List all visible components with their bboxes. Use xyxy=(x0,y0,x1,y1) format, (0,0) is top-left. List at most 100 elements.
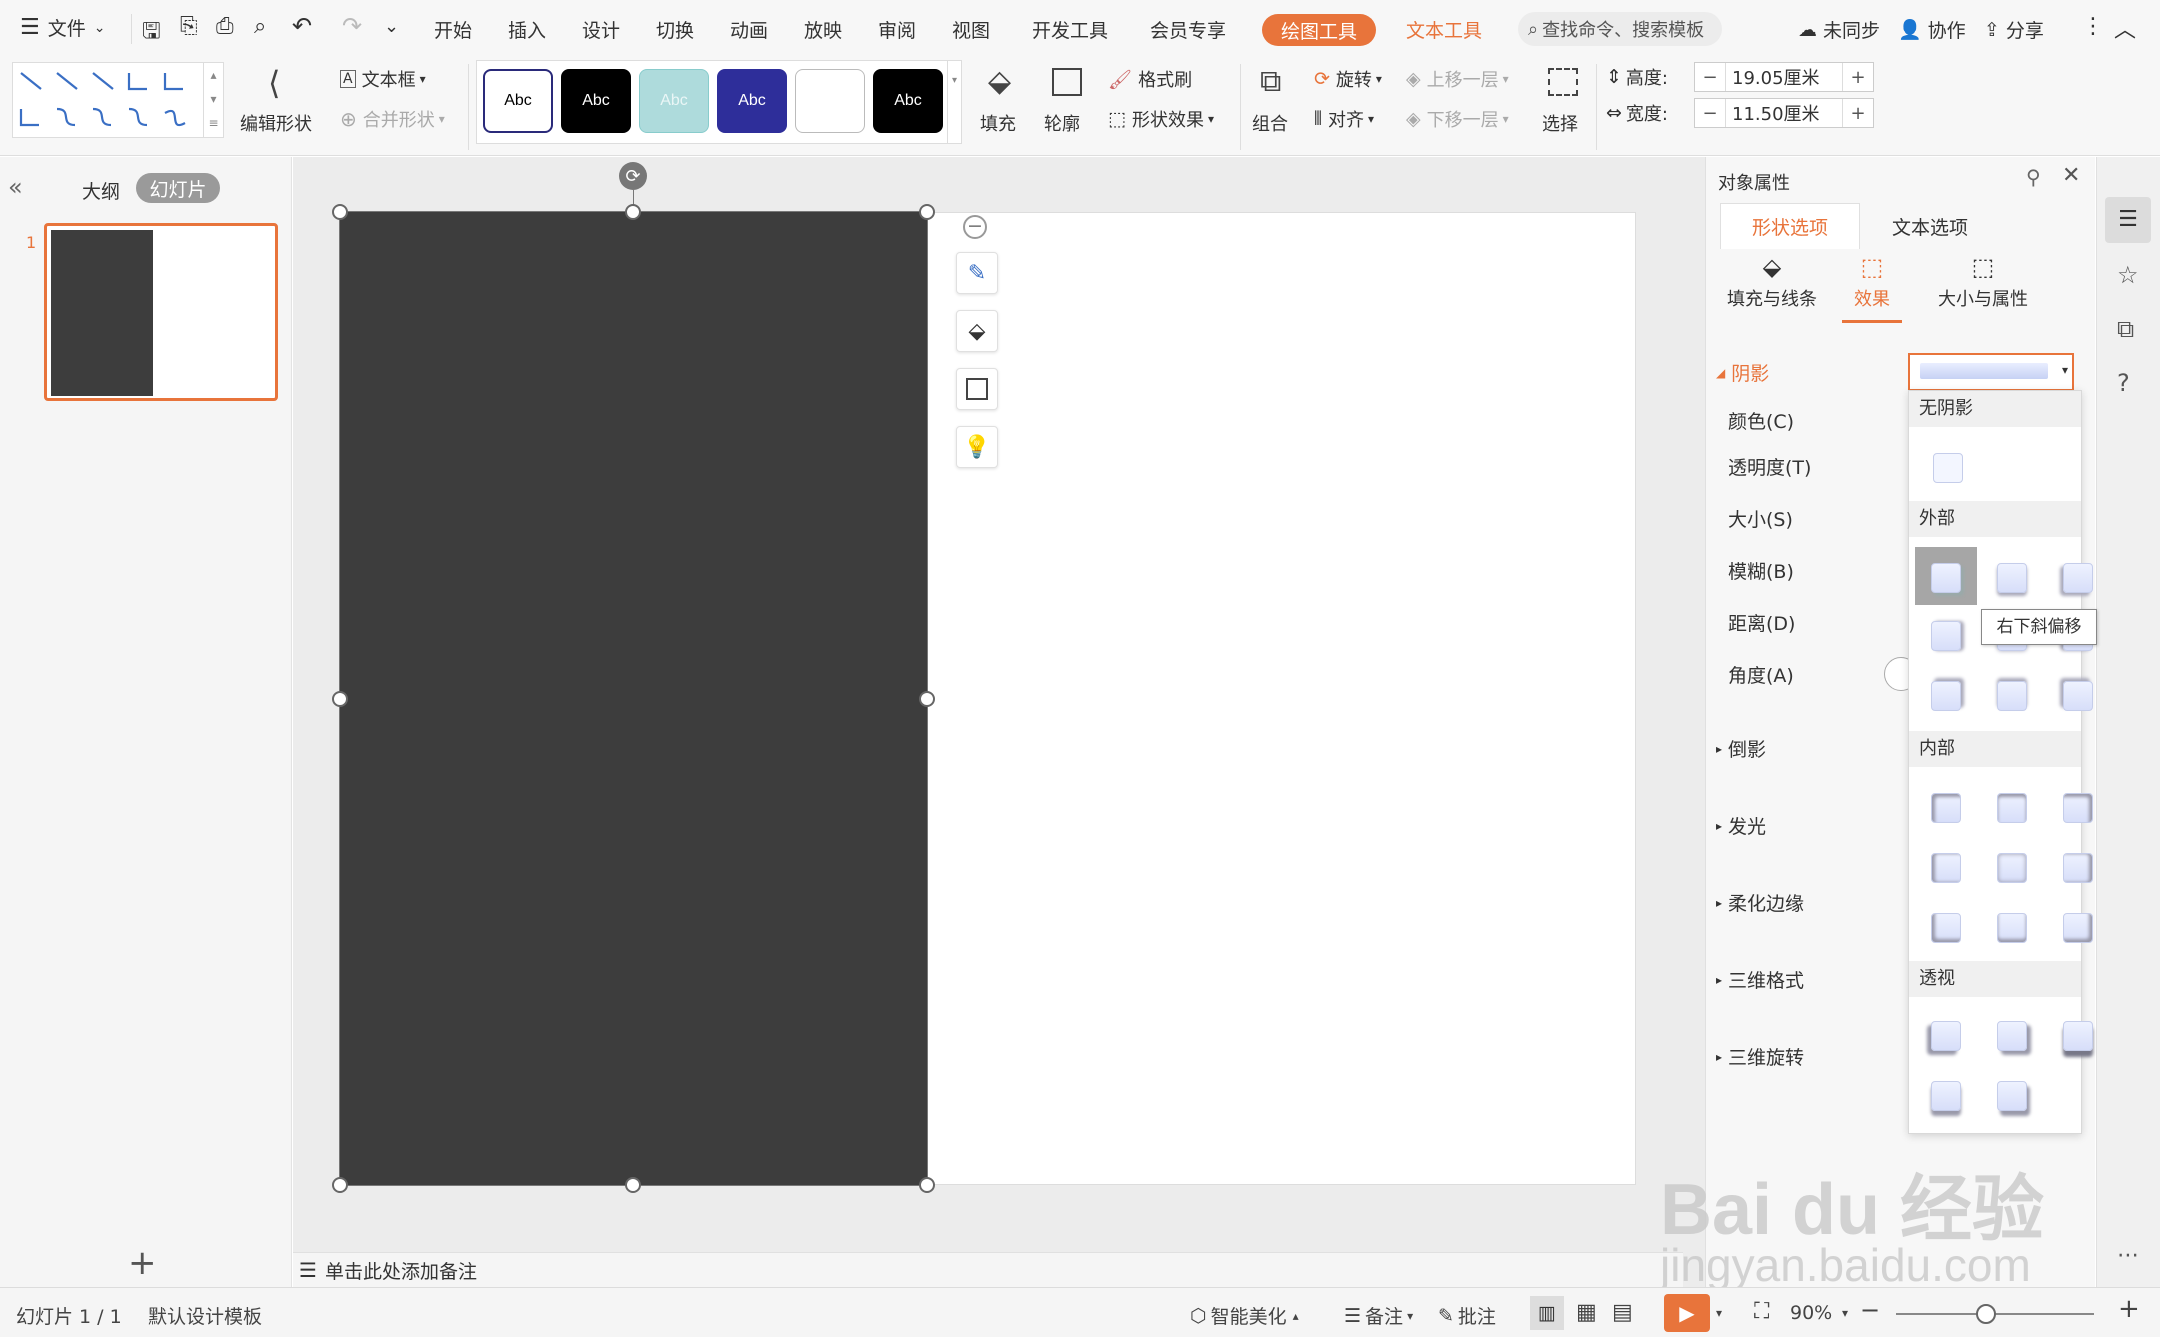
outline-button[interactable]: 轮廓 xyxy=(1042,64,1096,144)
height-increment[interactable]: + xyxy=(1843,67,1873,88)
tab-developer[interactable]: 开发工具 xyxy=(1032,16,1108,43)
slide-switch-icon[interactable]: ⧉ xyxy=(2117,315,2134,343)
perspective-shadow-option[interactable] xyxy=(1931,1021,1961,1051)
fit-window-icon[interactable]: ⛶ xyxy=(1754,1299,1769,1324)
save-icon[interactable]: 🖫 xyxy=(142,14,161,52)
resize-handle[interactable] xyxy=(625,204,641,220)
reflection-section[interactable]: ▸ 倒影 xyxy=(1716,735,1766,762)
search-box[interactable]: ⌕ 查找命令、搜索模板 xyxy=(1518,12,1722,46)
width-stepper[interactable]: −11.50厘米 + xyxy=(1694,98,1874,128)
rotate-handle[interactable]: ⟳ xyxy=(619,162,647,190)
add-slide-icon[interactable]: + xyxy=(128,1243,157,1283)
zoom-level[interactable]: 90% xyxy=(1790,1302,1832,1324)
collapse-ribbon-icon[interactable]: ︿ xyxy=(2114,12,2136,44)
undo-icon[interactable]: ↶ xyxy=(292,12,312,40)
shape-effect-button[interactable]: ⬚ 形状效果 ▾ xyxy=(1108,106,1214,132)
resize-handle[interactable] xyxy=(332,691,348,707)
resize-handle[interactable] xyxy=(332,204,348,220)
customize-icon[interactable]: ⌄ xyxy=(384,16,399,37)
collab-button[interactable]: 👤 协作 xyxy=(1898,16,1966,43)
tab-animation[interactable]: 动画 xyxy=(730,16,768,43)
redo-icon[interactable]: ↷ xyxy=(342,12,362,40)
share-button[interactable]: ⇪ 分享 xyxy=(1984,16,2044,43)
float-brush-button[interactable]: ✎ xyxy=(956,252,998,294)
notes-bar[interactable]: ☰ 单击此处添加备注 xyxy=(293,1252,1683,1287)
perspective-shadow-option[interactable] xyxy=(1997,1021,2027,1051)
close-icon[interactable]: ✕ xyxy=(2062,163,2080,188)
width-decrement[interactable]: − xyxy=(1695,103,1725,124)
inner-shadow-option[interactable] xyxy=(2063,793,2093,823)
zoom-in-icon[interactable]: + xyxy=(2118,1294,2140,1324)
tab-slideshow[interactable]: 放映 xyxy=(804,16,842,43)
resize-handle[interactable] xyxy=(332,1177,348,1193)
collapse-panel-icon[interactable]: « xyxy=(8,173,23,201)
tab-text-options[interactable]: 文本选项 xyxy=(1860,203,2000,249)
subtab-effect[interactable]: ⬚ 效果 xyxy=(1842,253,1902,323)
float-fill-button[interactable]: ⬙ xyxy=(956,310,998,352)
sync-status[interactable]: ☁ 未同步 xyxy=(1798,16,1880,43)
animation-icon[interactable]: ☆ xyxy=(2117,261,2139,289)
style-preset-3[interactable]: Abc xyxy=(639,69,709,133)
shape-gallery[interactable]: ▴ ▾ ≡ xyxy=(12,62,224,138)
outer-shadow-option[interactable] xyxy=(1997,563,2027,593)
float-idea-button[interactable]: 💡 xyxy=(956,426,998,468)
3d-rotation-section[interactable]: ▸ 三维旋转 xyxy=(1716,1043,1804,1070)
reading-view-icon[interactable]: ▤ xyxy=(1612,1300,1633,1325)
inner-shadow-option[interactable] xyxy=(1997,913,2027,943)
comment-toggle[interactable]: ✎ 批注 xyxy=(1438,1302,1496,1329)
float-outline-button[interactable] xyxy=(956,368,998,410)
rotate-button[interactable]: ⟳ 旋转 ▾ xyxy=(1314,66,1382,92)
tab-transition[interactable]: 切换 xyxy=(656,16,694,43)
preview-icon[interactable]: ⌕ xyxy=(254,14,266,39)
inner-shadow-option[interactable] xyxy=(1997,853,2027,883)
resize-handle[interactable] xyxy=(919,1177,935,1193)
3d-format-section[interactable]: ▸ 三维格式 xyxy=(1716,966,1804,993)
shadow-section-header[interactable]: ◢ 阴影 xyxy=(1716,359,1769,386)
subtab-size[interactable]: ⬚ 大小与属性 xyxy=(1928,253,2038,319)
export-icon[interactable]: ⎘ xyxy=(180,14,198,39)
inner-shadow-option[interactable] xyxy=(1931,913,1961,943)
zoom-slider-thumb[interactable] xyxy=(1976,1304,1996,1324)
file-menu[interactable]: ☰ 文件 ⌄ xyxy=(20,14,105,41)
inner-shadow-option[interactable] xyxy=(1931,793,1961,823)
resize-handle[interactable] xyxy=(625,1177,641,1193)
tab-view[interactable]: 视图 xyxy=(952,16,990,43)
collapse-float-icon[interactable]: − xyxy=(963,215,987,239)
smart-beautify-button[interactable]: ⬡ 智能美化 ▴ xyxy=(1190,1302,1299,1329)
height-decrement[interactable]: − xyxy=(1695,67,1725,88)
no-shadow-option[interactable] xyxy=(1933,453,1963,483)
format-painter-button[interactable]: 🖌 格式刷 xyxy=(1108,66,1192,92)
tab-review[interactable]: 审阅 xyxy=(878,16,916,43)
tab-insert[interactable]: 插入 xyxy=(508,16,546,43)
resize-handle[interactable] xyxy=(919,691,935,707)
inner-shadow-option[interactable] xyxy=(2063,853,2093,883)
outer-shadow-option[interactable] xyxy=(1931,563,1961,593)
inner-shadow-option[interactable] xyxy=(1997,793,2027,823)
sorter-view-icon[interactable]: ▦ xyxy=(1576,1300,1597,1325)
perspective-shadow-option[interactable] xyxy=(1997,1081,2027,1111)
soft-edges-section[interactable]: ▸ 柔化边缘 xyxy=(1716,889,1804,916)
height-value[interactable]: 19.05厘米 xyxy=(1725,63,1843,91)
subtab-fill-line[interactable]: ⬙ 填充与线条 xyxy=(1720,253,1824,319)
style-preset-4[interactable]: Abc xyxy=(717,69,787,133)
shadow-preset-select[interactable]: ▾ xyxy=(1908,353,2074,391)
perspective-shadow-option[interactable] xyxy=(2063,1021,2093,1051)
align-button[interactable]: ⫴ 对齐 ▾ xyxy=(1314,106,1374,132)
outer-shadow-option[interactable] xyxy=(1931,621,1961,651)
style-preset-2[interactable]: Abc xyxy=(561,69,631,133)
fill-button[interactable]: ⬙ 填充 xyxy=(978,64,1028,144)
height-stepper[interactable]: −19.05厘米 + xyxy=(1694,62,1874,92)
play-dropdown-icon[interactable]: ▾ xyxy=(1716,1306,1722,1320)
glow-section[interactable]: ▸ 发光 xyxy=(1716,812,1766,839)
zoom-dropdown-icon[interactable]: ▾ xyxy=(1842,1306,1848,1320)
template-name[interactable]: 默认设计模板 xyxy=(148,1302,262,1329)
style-preset-1[interactable]: Abc xyxy=(483,69,553,133)
tab-start[interactable]: 开始 xyxy=(434,16,472,43)
tab-shape-options[interactable]: 形状选项 xyxy=(1720,203,1860,249)
resize-handle[interactable] xyxy=(919,204,935,220)
zoom-out-icon[interactable]: − xyxy=(1860,1296,1880,1324)
tab-outline[interactable]: 大纲 xyxy=(82,177,120,204)
style-preset-5[interactable] xyxy=(795,69,865,133)
tab-drawing-tool[interactable]: 绘图工具 xyxy=(1262,14,1376,46)
properties-icon[interactable]: ☰ xyxy=(2105,197,2151,243)
